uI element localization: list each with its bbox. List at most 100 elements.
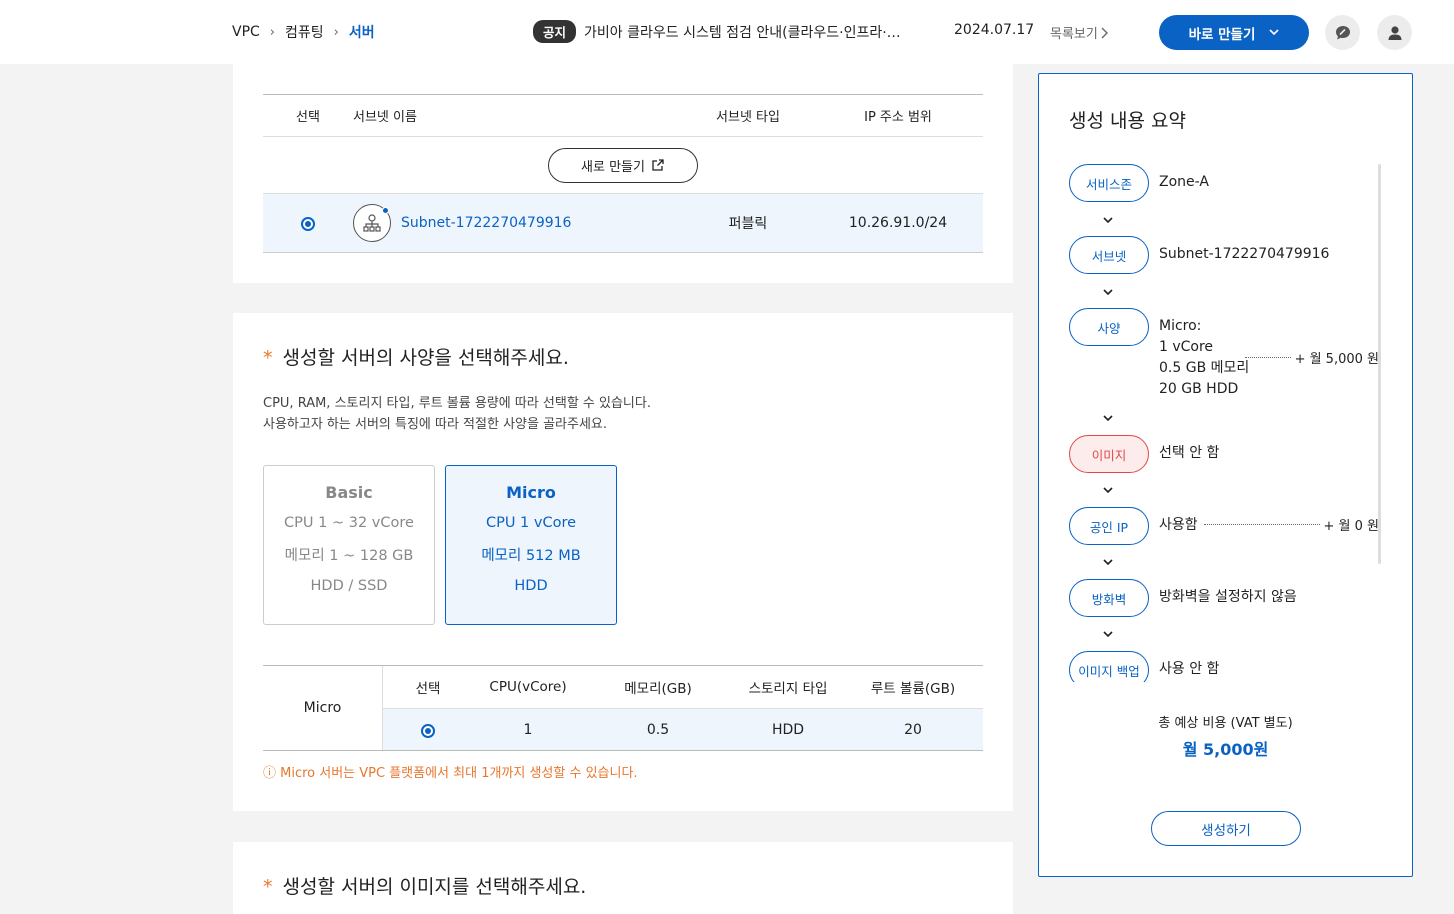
notice-text[interactable]: 가비아 클라우드 시스템 점검 안내(클라우드·인프라·… bbox=[584, 22, 924, 42]
breadcrumb-vpc[interactable]: VPC bbox=[232, 24, 260, 40]
summary-value: 사용함 bbox=[1159, 517, 1198, 533]
spec-option-cpu: CPU 1 ~ 32 vCore bbox=[284, 515, 414, 531]
chevron-right-icon bbox=[1101, 27, 1108, 38]
notice-bar[interactable]: 공지 가비아 클라우드 시스템 점검 안내(클라우드·인프라·… bbox=[533, 20, 924, 43]
subnet-type-cell: 퍼블릭 bbox=[728, 216, 768, 232]
new-subnet-label: 새로 만들기 bbox=[581, 159, 645, 175]
col-cpu: CPU(vCore) bbox=[489, 679, 567, 695]
spec-option-micro[interactable]: Micro CPU 1 vCore 메모리 512 MB HDD bbox=[445, 465, 617, 625]
col-memory: 메모리(GB) bbox=[624, 681, 692, 697]
chevron-down-icon bbox=[1269, 29, 1279, 36]
spec-desc-line2: 사용하고자 하는 서버의 특징에 따라 적절한 사양을 골라주세요. bbox=[263, 417, 608, 432]
spec-option-cpu: CPU 1 vCore bbox=[485, 515, 577, 531]
spec-title-text: 생성할 서버의 사양을 선택해주세요. bbox=[282, 347, 569, 369]
status-dot bbox=[382, 207, 389, 214]
spec-desc-line1: CPU, RAM, 스토리지 타입, 루트 볼륨 용량에 따라 선택할 수 있습… bbox=[263, 396, 651, 411]
spec-line: 1 vCore bbox=[1159, 339, 1214, 355]
summary-value: Micro: 1 vCore 0.5 GB 메모리 20 GB HDD bbox=[1159, 308, 1249, 400]
chevron-right-icon: › bbox=[269, 24, 275, 40]
spec-row-label: Micro bbox=[263, 666, 383, 750]
summary-pill-image[interactable]: 이미지 bbox=[1069, 435, 1149, 473]
micro-limit-warning: ⓘ Micro 서버는 VPC 플랫폼에서 최대 1개까지 생성할 수 있습니다… bbox=[263, 766, 638, 781]
spec-price: + 월 5,000 원 bbox=[1294, 352, 1379, 367]
table-row[interactable]: Subnet-1722270479916 퍼블릭 10.26.91.0/24 bbox=[263, 194, 983, 253]
spec-cpu-value: 1 bbox=[523, 721, 533, 738]
table-row[interactable]: 1 0.5 HDD 20 bbox=[383, 708, 983, 750]
subnet-name-link[interactable]: Subnet-1722270479916 bbox=[401, 215, 571, 231]
subnet-radio-cell bbox=[263, 215, 353, 231]
summary-price: + 월 0 원 bbox=[1203, 515, 1379, 534]
new-subnet-button[interactable]: 새로 만들기 bbox=[548, 147, 698, 183]
spec-option-name: Basic bbox=[325, 483, 373, 502]
external-link-icon bbox=[652, 159, 664, 171]
spec-line: 20 GB HDD bbox=[1159, 381, 1239, 397]
dotted-leader bbox=[1203, 524, 1320, 525]
create-button[interactable]: 생성하기 bbox=[1151, 811, 1301, 846]
col-storage-type: 스토리지 타입 bbox=[748, 681, 828, 697]
summary-item-public-ip: 공인 IP 사용함 + 월 0 원 bbox=[1069, 507, 1379, 545]
subnet-card: 선택 서브넷 이름 서브넷 타입 IP 주소 범위 새로 만들기 Subnet-… bbox=[233, 64, 1013, 283]
subnet-ip-cell: 10.26.91.0/24 bbox=[848, 215, 948, 231]
new-subnet-row: 새로 만들기 bbox=[263, 137, 983, 194]
summary-list: 서비스존 Zone-A 서브넷 Subnet-1722270479916 사양 … bbox=[1069, 164, 1379, 682]
chevron-right-icon: › bbox=[333, 24, 339, 40]
col-subnet-name: 서브넷 이름 bbox=[353, 110, 417, 125]
summary-pill-zone[interactable]: 서비스존 bbox=[1069, 164, 1149, 202]
total-cost-label: 총 예상 비용 (VAT 별도) bbox=[1158, 716, 1293, 731]
col-select: 선택 bbox=[296, 110, 320, 125]
spec-line: Micro: bbox=[1159, 318, 1202, 334]
summary-pill-public-ip[interactable]: 공인 IP bbox=[1069, 507, 1149, 545]
user-menu-button[interactable] bbox=[1377, 15, 1412, 50]
quick-create-label: 바로 만들기 bbox=[1188, 26, 1256, 43]
top-bar: VPC › 컴퓨팅 › 서버 공지 가비아 클라우드 시스템 점검 안내(클라우… bbox=[0, 0, 1454, 64]
chevron-down-icon bbox=[1101, 627, 1115, 641]
spec-section-title: * 생성할 서버의 사양을 선택해주세요. bbox=[263, 343, 569, 370]
summary-item-firewall: 방화벽 방화벽을 설정하지 않음 bbox=[1069, 579, 1379, 617]
spec-root-volume-value: 20 bbox=[904, 721, 922, 738]
quick-create-button[interactable]: 바로 만들기 bbox=[1159, 15, 1309, 50]
chevron-down-icon bbox=[1101, 555, 1115, 569]
summary-value: 사용 안 함 bbox=[1159, 661, 1220, 677]
subnet-name-cell: Subnet-1722270479916 bbox=[353, 204, 683, 242]
summary-scrollbar[interactable] bbox=[1378, 164, 1381, 564]
summary-item-subnet: 서브넷 Subnet-1722270479916 bbox=[1069, 236, 1379, 274]
notice-date: 2024.07.17 bbox=[954, 22, 1035, 38]
chevron-down-icon bbox=[1101, 285, 1115, 299]
chat-icon bbox=[1335, 25, 1350, 39]
summary-pill-image-backup[interactable]: 이미지 백업 bbox=[1069, 651, 1149, 682]
spec-card-section: * 생성할 서버의 사양을 선택해주세요. CPU, RAM, 스토리지 타입, … bbox=[233, 313, 1013, 811]
notice-list-link[interactable]: 목록보기 bbox=[1050, 23, 1109, 42]
summary-title: 생성 내용 요약 bbox=[1069, 110, 1186, 132]
spec-option-storage: HDD bbox=[514, 578, 548, 594]
dotted-leader bbox=[1244, 357, 1291, 358]
spec-storage-value: HDD bbox=[771, 721, 805, 738]
summary-value: Subnet-1722270479916 bbox=[1159, 246, 1330, 262]
col-root-volume: 루트 볼륨(GB) bbox=[870, 681, 956, 697]
spec-memory-value: 0.5 bbox=[646, 721, 670, 738]
summary-item-zone: 서비스존 Zone-A bbox=[1069, 164, 1379, 202]
required-asterisk: * bbox=[263, 876, 273, 898]
spec-option-memory: 메모리 512 MB bbox=[481, 548, 581, 564]
spec-radio[interactable] bbox=[421, 723, 435, 738]
summary-pill-spec[interactable]: 사양 bbox=[1069, 308, 1149, 346]
summary-price: + 월 5,000 원 bbox=[1244, 348, 1379, 367]
summary-value: 선택 안 함 bbox=[1159, 445, 1220, 461]
breadcrumb-server: 서버 bbox=[348, 25, 375, 41]
subnet-icon bbox=[353, 204, 391, 242]
breadcrumb-computing[interactable]: 컴퓨팅 bbox=[285, 22, 324, 42]
image-card-section: * 생성할 서버의 이미지를 선택해주세요. bbox=[233, 842, 1013, 914]
summary-pill-firewall[interactable]: 방화벽 bbox=[1069, 579, 1149, 617]
subnet-radio[interactable] bbox=[301, 217, 315, 231]
spec-radio-cell bbox=[383, 722, 473, 738]
image-title-text: 생성할 서버의 이미지를 선택해주세요. bbox=[282, 876, 587, 898]
notice-tag: 공지 bbox=[533, 20, 577, 43]
chat-button[interactable] bbox=[1325, 15, 1360, 50]
chevron-down-icon bbox=[1101, 213, 1115, 227]
summary-pill-subnet[interactable]: 서브넷 bbox=[1069, 236, 1149, 274]
spec-detail-table: Micro 선택 CPU(vCore) 메모리(GB) 스토리지 타입 루트 볼… bbox=[263, 665, 983, 751]
col-select: 선택 bbox=[415, 681, 441, 697]
spec-option-memory: 메모리 1 ~ 128 GB bbox=[284, 548, 414, 564]
image-section-title: * 생성할 서버의 이미지를 선택해주세요. bbox=[263, 872, 586, 899]
spec-option-basic[interactable]: Basic CPU 1 ~ 32 vCore 메모리 1 ~ 128 GB HD… bbox=[263, 465, 435, 625]
spec-line: 0.5 GB 메모리 bbox=[1159, 360, 1250, 376]
